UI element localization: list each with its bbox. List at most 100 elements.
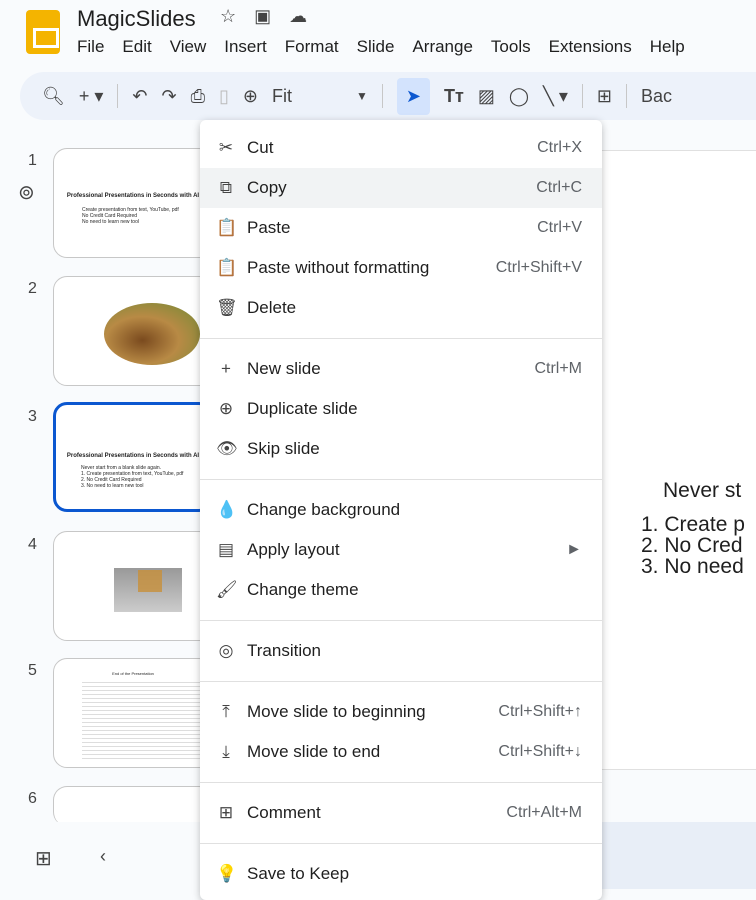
new-slide-icon[interactable]: + ▾ [79, 86, 104, 107]
menu-arrange[interactable]: Arrange [412, 37, 472, 57]
skip-slide-icon: 👁 [216, 439, 238, 458]
search-icon[interactable]: 🔍︎ [42, 86, 65, 107]
paint-format-icon[interactable]: ▯ [219, 86, 229, 107]
change-background-icon: 💧 [216, 500, 238, 519]
slide-bullets: Create presentation from text, YouTube, … [82, 207, 179, 225]
menu-item-duplicate-slide[interactable]: ⊕ Duplicate slide [200, 389, 602, 429]
chevron-left-icon[interactable]: ‹ [100, 846, 106, 867]
slide-number: 6 [28, 790, 37, 807]
menu-item-label: Move slide to end [247, 742, 381, 761]
menu-item-apply-layout[interactable]: ▤ Apply layout ► [200, 530, 602, 570]
menu-item-change-theme[interactable]: 🖌 Change theme [200, 570, 602, 610]
print-icon[interactable]: ⎙ [191, 86, 205, 107]
menu-item-copy[interactable]: ⧉ Copy Ctrl+C [200, 168, 602, 208]
shortcut: Ctrl+V [537, 219, 582, 236]
divider [625, 84, 627, 108]
menu-file[interactable]: File [77, 37, 104, 57]
text-box-icon[interactable]: Tт [444, 86, 464, 107]
menu-edit[interactable]: Edit [122, 37, 151, 57]
menu-divider [200, 620, 602, 621]
select-cursor-icon[interactable]: ➤ [396, 77, 430, 115]
slide-heading: Never st [663, 479, 742, 502]
menu-insert[interactable]: Insert [224, 37, 267, 57]
menu-item-paste[interactable]: 📋 Paste Ctrl+V [200, 208, 602, 248]
slide-thumbnail-6[interactable] [53, 786, 213, 826]
menu-item-new-slide[interactable]: + New slide Ctrl+M [200, 349, 602, 389]
star-icon[interactable]: ☆ [220, 6, 236, 27]
comment-icon[interactable]: ⊞ [597, 86, 612, 107]
menu-item-skip-slide[interactable]: 👁 Skip slide [200, 429, 602, 469]
slide-thumbnail-4[interactable] [53, 531, 213, 641]
slides-logo[interactable] [26, 10, 60, 54]
shortcut: Ctrl+C [536, 179, 582, 196]
change-theme-icon: 🖌 [216, 580, 238, 599]
redo-icon[interactable]: ↷ [162, 86, 177, 107]
slide-thumbnail-2[interactable] [53, 276, 213, 386]
background-button[interactable]: Bac [641, 86, 672, 107]
copy-icon: ⧉ [219, 178, 233, 197]
shape-icon[interactable]: ◯ [509, 86, 529, 107]
menu-item-paste-without-formatting[interactable]: 📋 Paste without formatting Ctrl+Shift+V [200, 248, 602, 288]
slide-thumbnail-3[interactable]: Professional Presentations in Seconds wi… [53, 402, 213, 512]
menu-item-move-slide-to-end[interactable]: ⤓ Move slide to end Ctrl+Shift+↓ [200, 732, 602, 772]
menu-divider [200, 338, 602, 339]
menu-item-label: Apply layout [247, 540, 340, 559]
menu-item-change-background[interactable]: 💧 Change background [200, 490, 602, 530]
list-item: 2. No Cred [641, 534, 743, 557]
divider [581, 84, 583, 108]
cloud-saved-icon[interactable]: ☁ [289, 6, 307, 27]
menu-item-delete[interactable]: 🗑 Delete [200, 288, 602, 328]
menu-divider [200, 681, 602, 682]
context-menu: ✂ Cut Ctrl+X ⧉ Copy Ctrl+C 📋 Paste Ctrl+V 📋 Paste … [200, 120, 602, 900]
document-title[interactable]: MagicSlides [77, 6, 196, 32]
menu-item-label: Cut [247, 138, 274, 157]
menu-item-label: New slide [247, 359, 321, 378]
chevron-down-icon[interactable]: ▼ [356, 89, 368, 103]
cut-icon: ✂ [218, 138, 234, 157]
zoom-select[interactable]: Fit [272, 86, 342, 107]
menu-item-transition[interactable]: ◎ Transition [200, 631, 602, 671]
slide-thumbnail-5[interactable]: End of the Presentation [53, 658, 213, 768]
overlay-image [138, 570, 162, 592]
undo-icon[interactable]: ↶ [132, 86, 147, 107]
image-icon[interactable]: ▨ [478, 86, 495, 107]
move-slide-to-end-icon: ⤓ [222, 742, 230, 761]
duplicate-slide-icon: ⊕ [218, 399, 234, 418]
slide-thumbnail-1[interactable]: Professional Presentations in Seconds wi… [53, 148, 213, 258]
menu-item-cut[interactable]: ✂ Cut Ctrl+X [200, 128, 602, 168]
shortcut: Ctrl+M [534, 360, 582, 377]
shortcut: ► [566, 541, 582, 558]
menu-item-label: Duplicate slide [247, 399, 358, 418]
menubar: File Edit View Insert Format Slide Arran… [77, 37, 703, 57]
slide-text-lines [82, 679, 202, 759]
menu-format[interactable]: Format [285, 37, 339, 57]
menu-item-move-slide-to-beginning[interactable]: ⤒ Move slide to beginning Ctrl+Shift+↑ [200, 692, 602, 732]
menu-item-save-to-keep[interactable]: 💡 Save to Keep [200, 854, 602, 894]
shortcut: Ctrl+X [537, 139, 582, 156]
menu-item-comment[interactable]: ⊞ Comment Ctrl+Alt+M [200, 793, 602, 833]
bullet: 3. No need to learn new tool [81, 483, 144, 489]
grid-view-icon[interactable]: ⊞ [35, 846, 52, 871]
zoom-icon[interactable]: ⊕ [243, 86, 258, 107]
menu-tools[interactable]: Tools [491, 37, 531, 57]
move-slide-to-beginning-icon: ⤒ [222, 702, 230, 721]
menu-help[interactable]: Help [650, 37, 685, 57]
shortcut: Ctrl+Alt+M [506, 804, 582, 821]
menu-item-label: Change theme [247, 580, 359, 599]
move-folder-icon[interactable]: ▣ [254, 6, 271, 27]
slide-title: End of the Presentation [112, 671, 154, 676]
menu-view[interactable]: View [170, 37, 207, 57]
menu-item-label: Delete [247, 298, 297, 317]
delete-icon: 🗑 [216, 298, 238, 317]
menu-slide[interactable]: Slide [357, 37, 395, 57]
menu-item-label: Paste without formatting [247, 258, 430, 277]
line-icon[interactable]: ╲ ▾ [543, 86, 568, 107]
menu-extensions[interactable]: Extensions [549, 37, 632, 57]
menu-item-label: Paste [247, 218, 291, 237]
menu-item-label: Transition [247, 641, 322, 660]
sync-icon[interactable]: ⊚ [18, 180, 35, 205]
slide-number: 1 [28, 152, 37, 169]
menu-item-label: Comment [247, 803, 321, 822]
divider [117, 84, 119, 108]
menu-divider [200, 479, 602, 480]
